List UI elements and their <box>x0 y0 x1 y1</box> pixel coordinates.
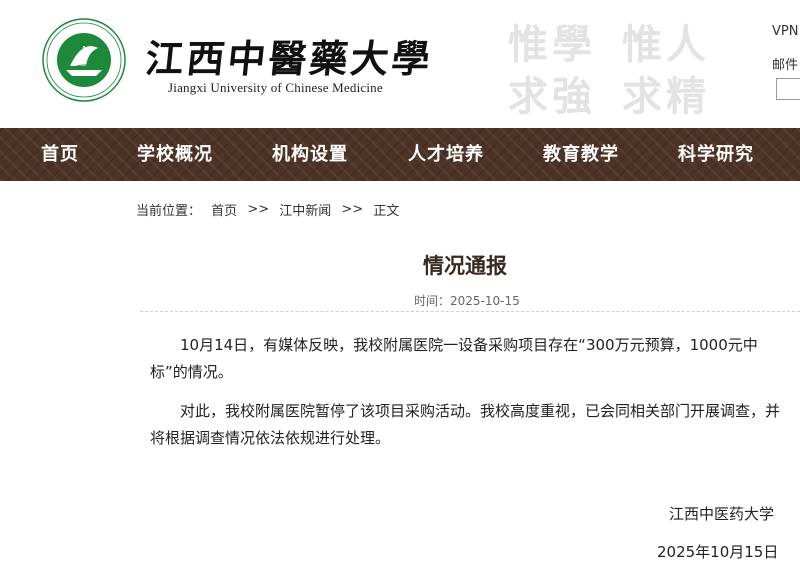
breadcrumb: 当前位置： 首页 >> 江中新闻 >> 正文 <box>136 200 399 220</box>
article-date: 2025-10-15 <box>450 294 520 308</box>
article-title: 情况通报 <box>423 254 507 278</box>
nav-item-education[interactable]: 教育教学 <box>543 128 619 181</box>
signature-date: 2025年10月15日 <box>657 543 779 561</box>
mail-link[interactable]: 邮件 <box>772 54 798 73</box>
motto-line-1: 惟學 <box>508 21 596 68</box>
motto-line-4: 求精 <box>622 73 710 120</box>
school-motto: 惟學 惟人 求強 求精 <box>504 6 734 120</box>
nav-item-overview[interactable]: 学校概况 <box>137 128 213 181</box>
search-input[interactable] <box>776 78 800 100</box>
nav-item-departments[interactable]: 机构设置 <box>272 128 348 181</box>
breadcrumb-separator: >> <box>341 202 364 217</box>
vpn-link[interactable]: VPN <box>772 24 798 39</box>
divider <box>140 311 800 312</box>
university-name-cn[interactable]: 江西中醫藥大學 <box>143 28 436 83</box>
breadcrumb-current: 正文 <box>373 204 400 219</box>
university-emblem-icon[interactable] <box>42 18 126 102</box>
nav-item-research[interactable]: 科学研究 <box>678 128 754 181</box>
main-nav: 首页 学校概况 机构设置 人才培养 教育教学 科学研究 <box>0 128 800 181</box>
article-meta: 时间：2025-10-15 <box>414 292 520 309</box>
breadcrumb-label: 当前位置： <box>136 204 202 219</box>
breadcrumb-separator: >> <box>247 202 270 217</box>
article-paragraph: 对此，我校附属医院暂停了该项目采购活动。我校高度重视，已会同相关部门开展调查，并… <box>150 402 781 447</box>
breadcrumb-home[interactable]: 首页 <box>211 200 237 219</box>
site-header: 江西中醫藥大學 Jiangxi University of Chinese Me… <box>0 0 800 128</box>
motto-line-2: 惟人 <box>622 21 710 68</box>
nav-item-talent[interactable]: 人才培养 <box>408 128 484 181</box>
breadcrumb-news[interactable]: 江中新闻 <box>279 200 331 219</box>
motto-line-3: 求強 <box>508 73 596 120</box>
signature-organization: 江西中医药大学 <box>669 505 775 523</box>
time-label: 时间： <box>414 294 451 308</box>
nav-item-home[interactable]: 首页 <box>41 128 79 181</box>
article-paragraph: 10月14日，有媒体反映，我校附属医院一设备采购项目存在“300万元预算，100… <box>150 336 758 381</box>
university-name-en[interactable]: Jiangxi University of Chinese Medicine <box>168 80 383 96</box>
